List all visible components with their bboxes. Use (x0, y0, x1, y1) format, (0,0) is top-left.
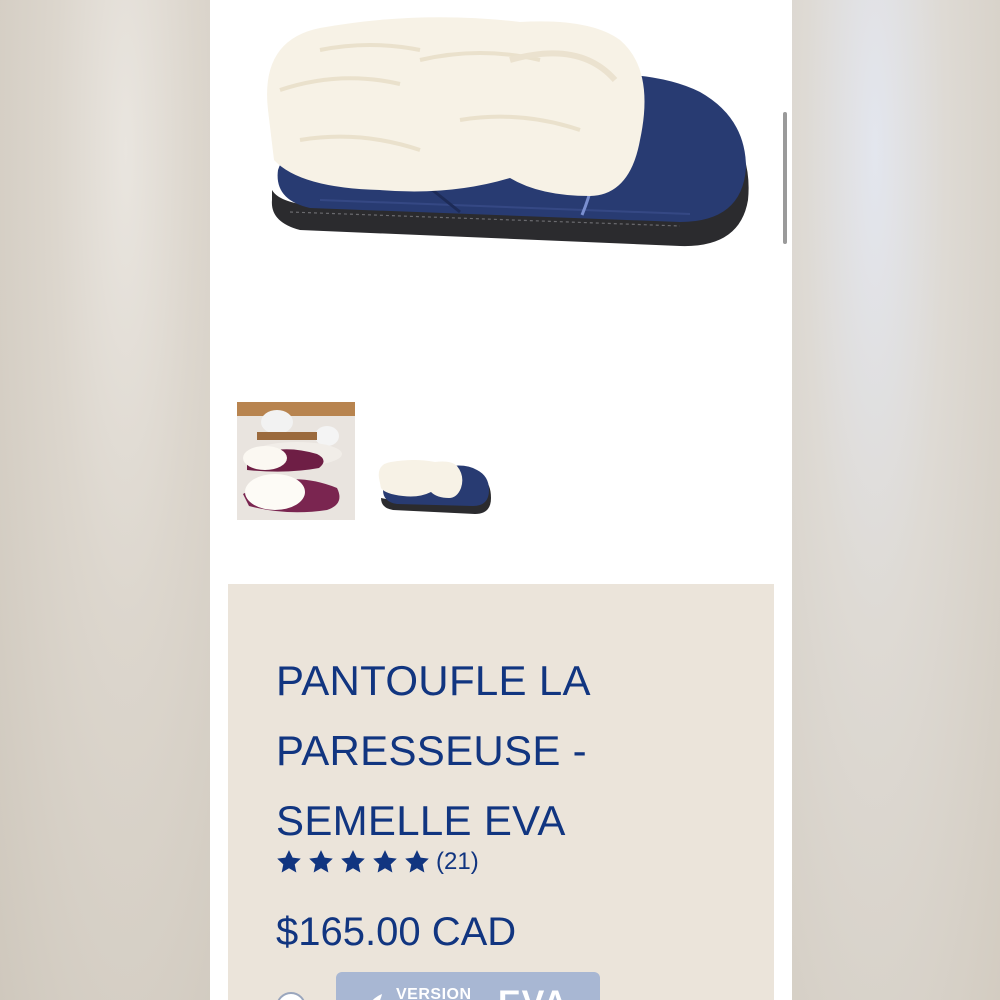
product-title-line-3: SEMELLE EVA (276, 797, 566, 845)
product-info-panel: PANTOUFLE LA PARESSEUSE - SEMELLE EVA (2… (228, 584, 774, 1000)
star-icon (373, 850, 397, 873)
star-icon (309, 850, 333, 873)
rating[interactable]: (21) (275, 848, 479, 876)
star-icon (277, 850, 301, 873)
background-blur-right (792, 0, 1000, 1000)
product-title-line-2: PARESSEUSE - (276, 727, 587, 775)
phone-screen[interactable]: PANTOUFLE LA PARESSEUSE - SEMELLE EVA (2… (210, 0, 792, 1000)
product-title: PANTOUFLE LA PARESSEUSE - SEMELLE EVA (276, 646, 746, 856)
variant-eva-button[interactable]: VERSION EVA (336, 972, 600, 1000)
star-icon (405, 850, 429, 873)
thumbnail-lifestyle[interactable] (237, 402, 355, 520)
product-main-image[interactable] (260, 0, 760, 270)
star-icon (341, 850, 365, 873)
product-title-line-1: PANTOUFLE LA (276, 657, 591, 705)
variant-label-small: VERSION (396, 986, 472, 1000)
variant-label-big: EVA (498, 984, 568, 1000)
background-blur-left (0, 0, 210, 1000)
variant-radio[interactable] (276, 992, 306, 1000)
review-count[interactable]: (21) (436, 848, 479, 876)
feather-icon (372, 994, 382, 1000)
scrollbar[interactable] (783, 112, 787, 244)
thumbnail-navy-slipper[interactable] (375, 402, 493, 520)
product-price: $165.00 CAD (276, 910, 517, 954)
